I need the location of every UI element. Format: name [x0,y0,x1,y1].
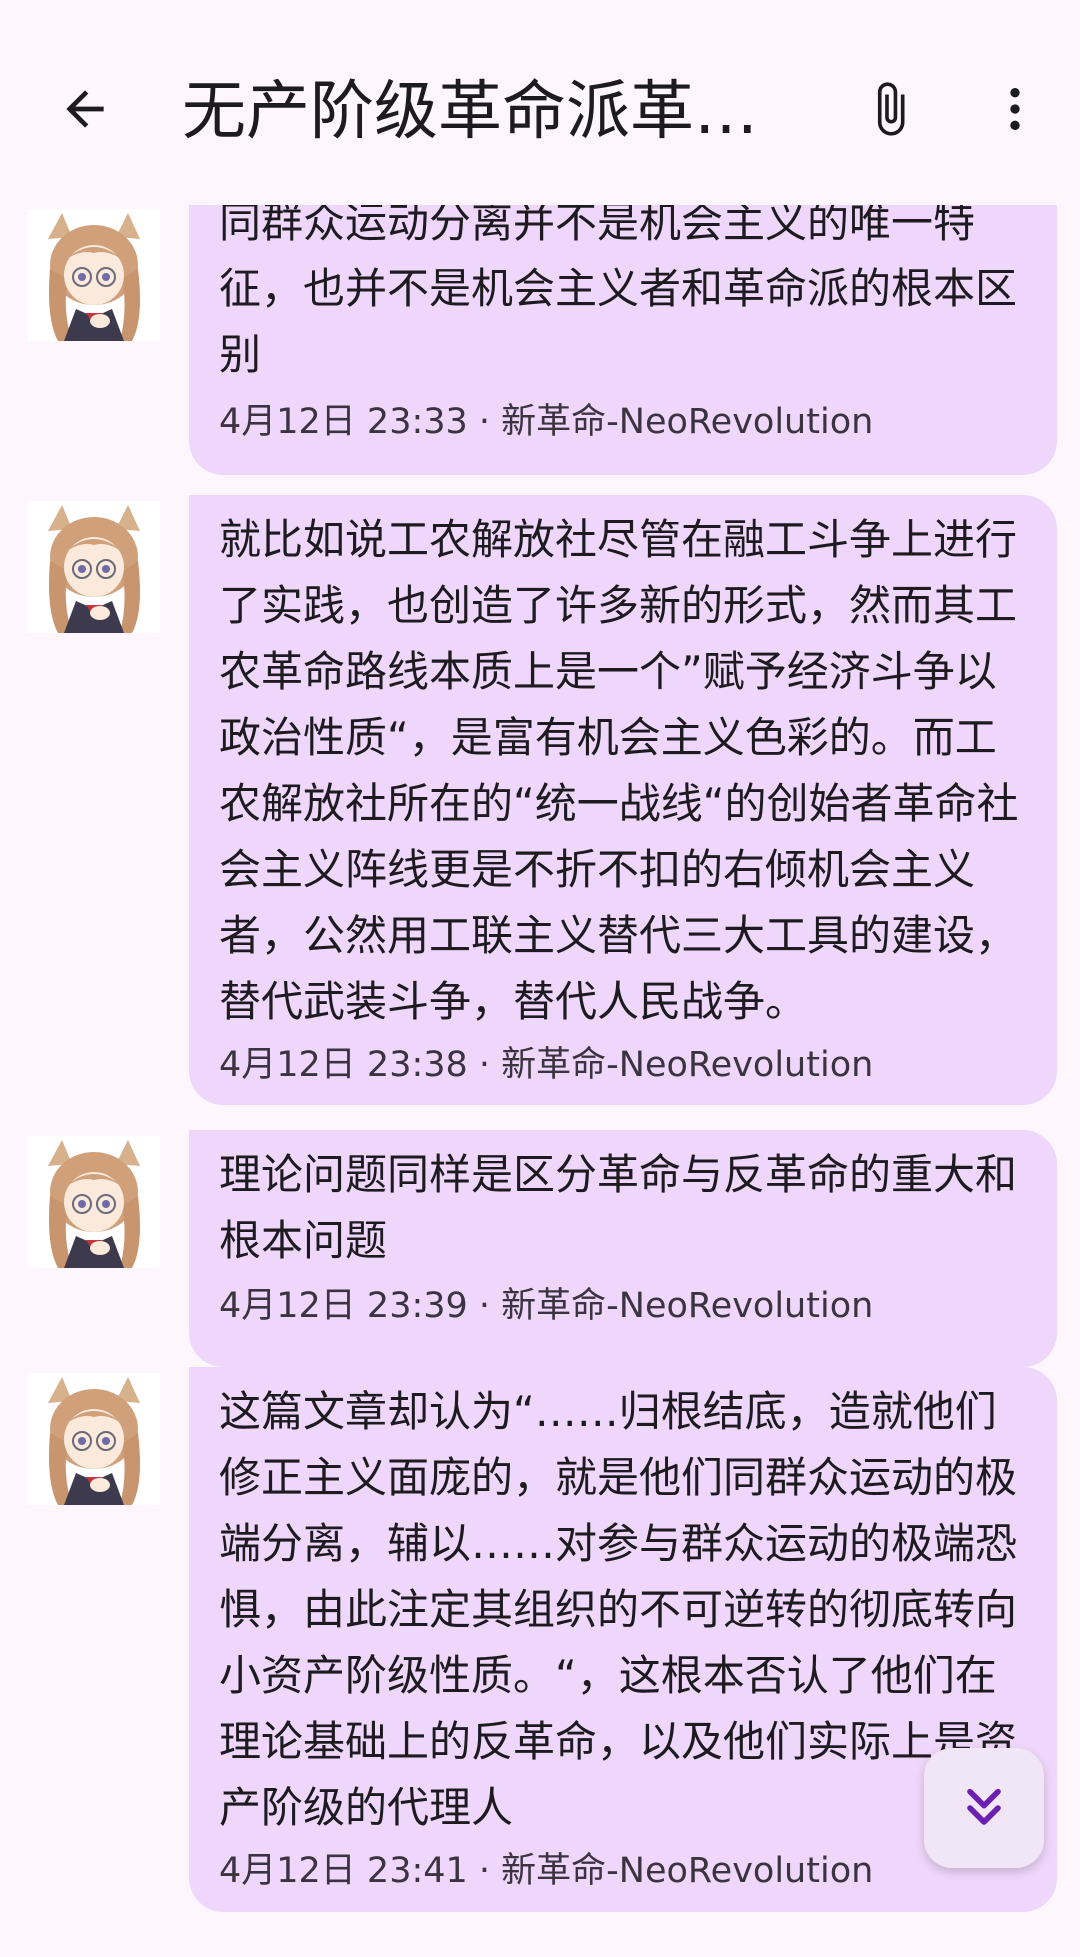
avatar[interactable] [28,1373,160,1505]
avatar-image [28,209,160,341]
paperclip-icon [877,82,905,136]
scroll-to-bottom-button[interactable] [924,1748,1044,1868]
attach-button[interactable] [845,64,935,154]
message-meta: 4月12日 23:39 · 新革命-NeoRevolution [219,1286,874,1326]
arrow-back-icon [66,90,104,128]
message-item: 就比如说工农解放社尽管在融工斗争上进行了实践，也创造了许多新的形式，然而其工农革… [0,495,1080,1105]
avatar[interactable] [28,1136,160,1268]
avatar-image [28,1136,160,1268]
message-bubble[interactable]: 同群众运动分离并不是机会主义的唯一特征，也并不是机会主义者和革命派的根本区别 4… [189,205,1057,475]
message-text: 理论问题同样是区分革命与反革命的重大和根本问题 [219,1150,1018,1265]
more-vertical-icon [1010,88,1020,130]
avatar-image [28,501,160,633]
message-meta: 4月12日 23:38 · 新革命-NeoRevolution [219,1045,874,1085]
avatar[interactable] [28,501,160,633]
message-text: 同群众运动分离并不是机会主义的唯一特征，也并不是机会主义者和革命派的根本区别 [219,205,1018,379]
chat-title: 无产阶级革命派革… [182,75,758,149]
back-button[interactable] [40,64,130,154]
message-bubble[interactable]: 理论问题同样是区分革命与反革命的重大和根本问题 4月12日 23:39 · 新革… [189,1130,1057,1367]
message-item: 理论问题同样是区分革命与反革命的重大和根本问题 4月12日 23:39 · 新革… [0,1130,1080,1367]
message-text: 这篇文章却认为“……归根结底，造就他们修正主义面庞的，就是他们同群众运动的极端分… [219,1387,1018,1832]
more-options-button[interactable] [970,64,1060,154]
message-item: 这篇文章却认为“……归根结底，造就他们修正主义面庞的，就是他们同群众运动的极端分… [0,1367,1080,1912]
message-text: 就比如说工农解放社尽管在融工斗争上进行了实践，也创造了许多新的形式，然而其工农革… [219,515,1019,1026]
double-chevron-down-icon [967,1788,1001,1825]
message-meta: 4月12日 23:41 · 新革命-NeoRevolution [219,1851,874,1891]
avatar-image [28,1373,160,1505]
top-app-bar: 无产阶级革命派革… [0,0,1080,205]
message-bubble[interactable]: 就比如说工农解放社尽管在融工斗争上进行了实践，也创造了许多新的形式，然而其工农革… [189,495,1057,1105]
message-item: 同群众运动分离并不是机会主义的唯一特征，也并不是机会主义者和革命派的根本区别 4… [0,205,1080,475]
avatar[interactable] [28,209,160,341]
message-list[interactable]: 同群众运动分离并不是机会主义的唯一特征，也并不是机会主义者和革命派的根本区别 4… [0,205,1080,1957]
message-meta: 4月12日 23:33 · 新革命-NeoRevolution [219,402,874,442]
